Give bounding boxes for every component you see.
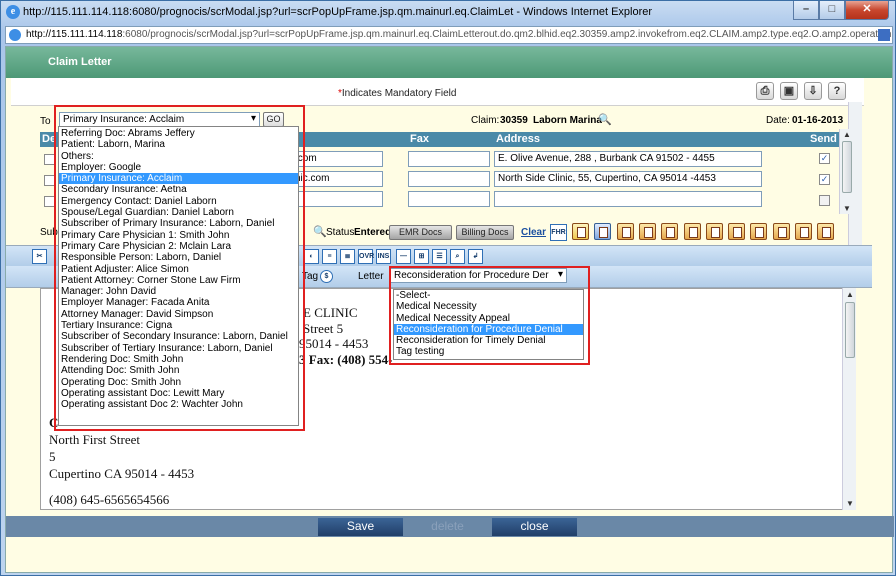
letter-line: 3 Fax: (408) 554- [299,352,393,367]
address-field[interactable] [494,191,762,207]
editor-scrollbar[interactable]: ▲ ▼ [842,288,856,510]
fax-field[interactable] [408,171,490,187]
status-value: Entered [354,227,392,238]
letter-line: Cupertino CA 95014 - 4453 [49,466,195,481]
bill-icon[interactable] [639,223,656,240]
address-rest: :6080/prognocis/scrModal.jsp?url=scrPopU… [122,29,893,40]
send-checkbox[interactable] [819,195,830,206]
bill-icon[interactable] [684,223,701,240]
notes-icon[interactable] [594,223,611,240]
browser-window: e http://115.111.114.118:6080/prognocis/… [0,0,896,576]
footer-bar: Save delete close [6,516,894,537]
bill-icon[interactable] [661,223,678,240]
recipients-scrollbar[interactable]: ▲ ▼ [839,129,853,214]
letter-line: 95014 - 4453 [299,336,369,351]
address-host: http://115.111.114.118 [26,29,123,40]
enter-icon[interactable]: ↲ [468,249,483,264]
mail-icon[interactable] [572,223,589,240]
address-bar[interactable]: http://115.111.114.118:6080/prognocis/sc… [5,26,893,44]
window-titlebar: e http://115.111.114.118:6080/prognocis/… [1,1,895,25]
minimize-button[interactable]: – [793,1,819,20]
mandatory-bar: *Indicates Mandatory Field ⎙ ▣ ⇩ ? [11,78,864,106]
bill-icon[interactable] [750,223,767,240]
letter-line: E CLINIC [303,305,358,320]
close-button[interactable]: close [492,518,577,536]
clear-link[interactable]: Clear [521,227,546,238]
binoculars-icon[interactable]: 🔍 [598,113,612,126]
print-icon[interactable]: ⎙ [756,82,774,100]
letter-label: Letter [358,271,384,282]
fax-field[interactable] [408,191,490,207]
send-checkbox[interactable]: ✓ [819,153,830,164]
bill-icon[interactable] [706,223,723,240]
save-icon[interactable]: ▣ [780,82,798,100]
claim-number: 30359 [500,115,528,126]
bill-icon[interactable] [773,223,790,240]
letter-highlight [389,266,590,365]
bill-icon[interactable] [728,223,745,240]
cut-icon[interactable]: ✂ [32,249,47,264]
tag-dollar-icon[interactable]: $ [320,270,333,283]
outdent-icon[interactable]: ≡ [322,249,337,264]
bill-icon[interactable] [817,223,834,240]
claim-label: Claim: [471,115,500,126]
bill-icon[interactable] [795,223,812,240]
address-field[interactable]: E. Olive Avenue, 288 , Burbank CA 91502 … [494,151,762,167]
maximize-button[interactable]: □ [819,1,845,20]
ins-button[interactable]: INS [376,249,391,264]
emr-docs-button[interactable]: EMR Docs [389,225,452,240]
indent-icon[interactable]: ≣ [340,249,355,264]
page-icon [9,29,21,41]
binoculars-icon[interactable]: 🔍 [313,225,327,238]
date-value: 01-16-2013 [792,115,844,126]
find-icon[interactable]: ⌕ [450,249,465,264]
help-icon[interactable]: ? [828,82,846,100]
hr-icon[interactable]: — [396,249,411,264]
close-window-button[interactable]: ✕ [845,1,889,20]
ovr-button[interactable]: OVR [358,249,374,264]
compat-view-icon[interactable] [878,29,890,41]
billing-docs-button[interactable]: Billing Docs [456,225,514,240]
save-button[interactable]: Save [318,518,403,536]
list-icon[interactable]: ☰ [432,249,447,264]
paint-icon[interactable]: ◐ [304,249,319,264]
ie-logo-icon: e [6,5,20,19]
table-icon[interactable]: ⊞ [414,249,429,264]
fax-field[interactable] [408,151,490,167]
fhr-button[interactable]: FHR [550,224,567,241]
dialog-header: Claim Letter [6,47,892,78]
mandatory-note: *Indicates Mandatory Field [338,88,457,99]
bill-icon[interactable] [617,223,634,240]
letter-line: North First Street [49,432,140,447]
letter-line: 5 [49,449,56,464]
delete-button: delete [405,518,490,536]
send-checkbox[interactable]: ✓ [819,174,830,185]
date-label: Date: [766,115,790,126]
export-icon[interactable]: ⇩ [804,82,822,100]
to-label: To [40,116,51,127]
to-highlight [54,105,305,431]
window-title: http://115.111.114.118:6080/prognocis/sc… [23,6,653,18]
claim-patient: Laborn Marina [533,115,602,126]
address-field[interactable]: North Side Clinic, 55, Cupertino, CA 950… [494,171,762,187]
letter-line: Street 5 [303,321,344,336]
letter-line: (408) 645-6565654566 [49,492,170,507]
status-label: Status [326,227,355,238]
